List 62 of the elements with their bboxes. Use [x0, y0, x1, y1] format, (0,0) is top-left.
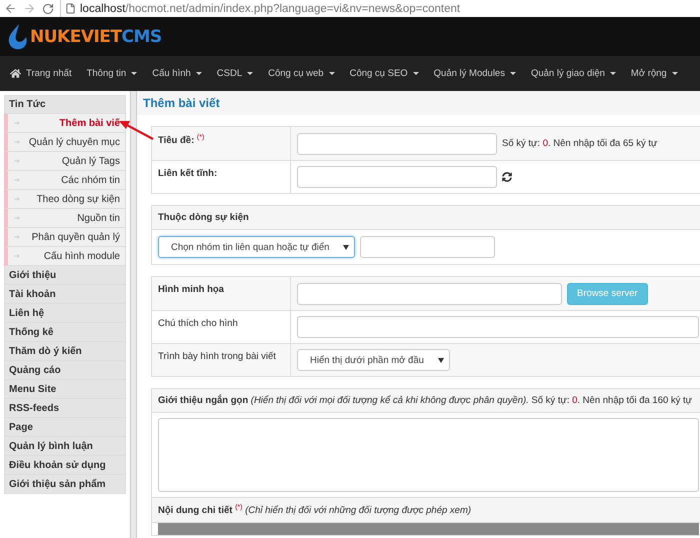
nav-item[interactable]: Công cụ web	[268, 68, 335, 79]
sidebar-subitem[interactable]: Thêm bài viế	[4, 114, 126, 133]
nav-item[interactable]: Cấu hình	[152, 68, 202, 79]
caret-icon	[328, 72, 335, 75]
sidebar-item[interactable]: Thăm dò ý kiến	[4, 342, 126, 361]
caret-icon	[412, 72, 419, 75]
sidebar-subitem[interactable]: Quản lý chuyên mục	[4, 133, 126, 152]
logo-text: NUKEVIETCMS	[30, 26, 162, 46]
sidebar-item[interactable]: Quản lý bình luận	[4, 437, 126, 456]
sidebar-subitem[interactable]: Theo dòng sự kiện	[4, 190, 126, 209]
nav-item[interactable]: Trang nhất	[10, 68, 72, 79]
flame-logo-icon	[8, 24, 28, 50]
image-position-select[interactable]: Hiển thị dưới phần mở đầu	[297, 349, 450, 371]
page-title: Thêm bài viết	[137, 91, 700, 115]
nav-item[interactable]: Mở rộng	[630, 68, 678, 79]
sidebar-item[interactable]: Page	[4, 418, 126, 437]
nav-item[interactable]: Thông tin	[86, 68, 138, 79]
character-count-hint: Số ký tự: 0. Nên nhập tối đa 65 ký tự	[502, 138, 658, 149]
sidebar-item[interactable]: Điều khoản sử dụng	[4, 456, 126, 475]
panel-heading: Giới thiệu ngắn gọn (Hiển thị đối với mọi đối tượng kể cả khi không được phân quyền). Số ký tự: 0. Nên nhập tối đa 160 ký tự	[152, 389, 700, 413]
back-icon[interactable]	[4, 2, 17, 15]
nav-item[interactable]: CSDL	[216, 68, 254, 79]
annotation-arrow	[119, 120, 155, 140]
sidebar-subitem[interactable]: Nguồn tin	[4, 209, 126, 228]
caret-icon	[131, 72, 138, 75]
panel-heading: Nội dung chi tiết $^{(*)}$ (Chỉ hiển thị đối với những đối tượng được phép xem)	[152, 497, 700, 524]
event-field[interactable]	[360, 236, 496, 258]
sidebar-item[interactable]: RSS-feeds	[4, 399, 126, 418]
nav-item[interactable]: Công cụ SEO	[350, 68, 419, 79]
field-label: Trình bày hình trong bài viết	[152, 344, 291, 376]
caret-icon	[247, 72, 254, 75]
sidebar-subitem[interactable]: Các nhóm tin	[4, 171, 126, 190]
sidebar-item[interactable]: Tài khoản	[4, 285, 126, 304]
caret-icon	[510, 72, 516, 75]
caption-field[interactable]	[297, 316, 699, 338]
panel-heading: Thuộc dòng sự kiện	[152, 206, 700, 230]
refresh-icon[interactable]	[502, 172, 512, 182]
event-group-select[interactable]: Chọn nhóm tin liên quan hoặc tự điển	[158, 236, 356, 258]
title-field[interactable]	[297, 132, 497, 154]
caret-icon	[196, 72, 202, 75]
sidebar-item[interactable]: Tin Tức	[4, 95, 126, 114]
sidebar-item[interactable]: Giới thiệu sản phẩm	[4, 475, 126, 494]
image-path-field[interactable]	[297, 282, 562, 304]
forward-icon[interactable]	[23, 2, 36, 15]
sidebar-item[interactable]: Quảng cáo	[4, 361, 126, 380]
sidebar-item[interactable]: Liên hệ	[4, 304, 126, 323]
sidebar-subitem[interactable]: Quản lý Tags	[4, 152, 126, 171]
reload-icon[interactable]	[42, 2, 54, 14]
page-icon	[65, 3, 76, 14]
caret-icon	[610, 72, 616, 75]
nav-item[interactable]: Quản lý Modules	[434, 68, 516, 79]
caret-icon	[672, 72, 678, 75]
sidebar-subitem[interactable]: Cấu hình module	[4, 247, 126, 266]
sidebar-item[interactable]: Thống kê	[4, 323, 126, 342]
nav-item[interactable]: Quản lý giao diện	[530, 68, 616, 79]
sidebar-subitem[interactable]: Phân quyền quản lý	[4, 228, 126, 247]
intro-textarea[interactable]	[158, 418, 699, 492]
sidebar-item[interactable]: Giới thiệu	[4, 266, 126, 285]
home-icon	[10, 68, 21, 79]
slug-field[interactable]	[297, 166, 497, 188]
sidebar-item[interactable]: Menu Site	[4, 380, 126, 399]
field-label: Liên kết tĩnh:	[152, 161, 291, 193]
